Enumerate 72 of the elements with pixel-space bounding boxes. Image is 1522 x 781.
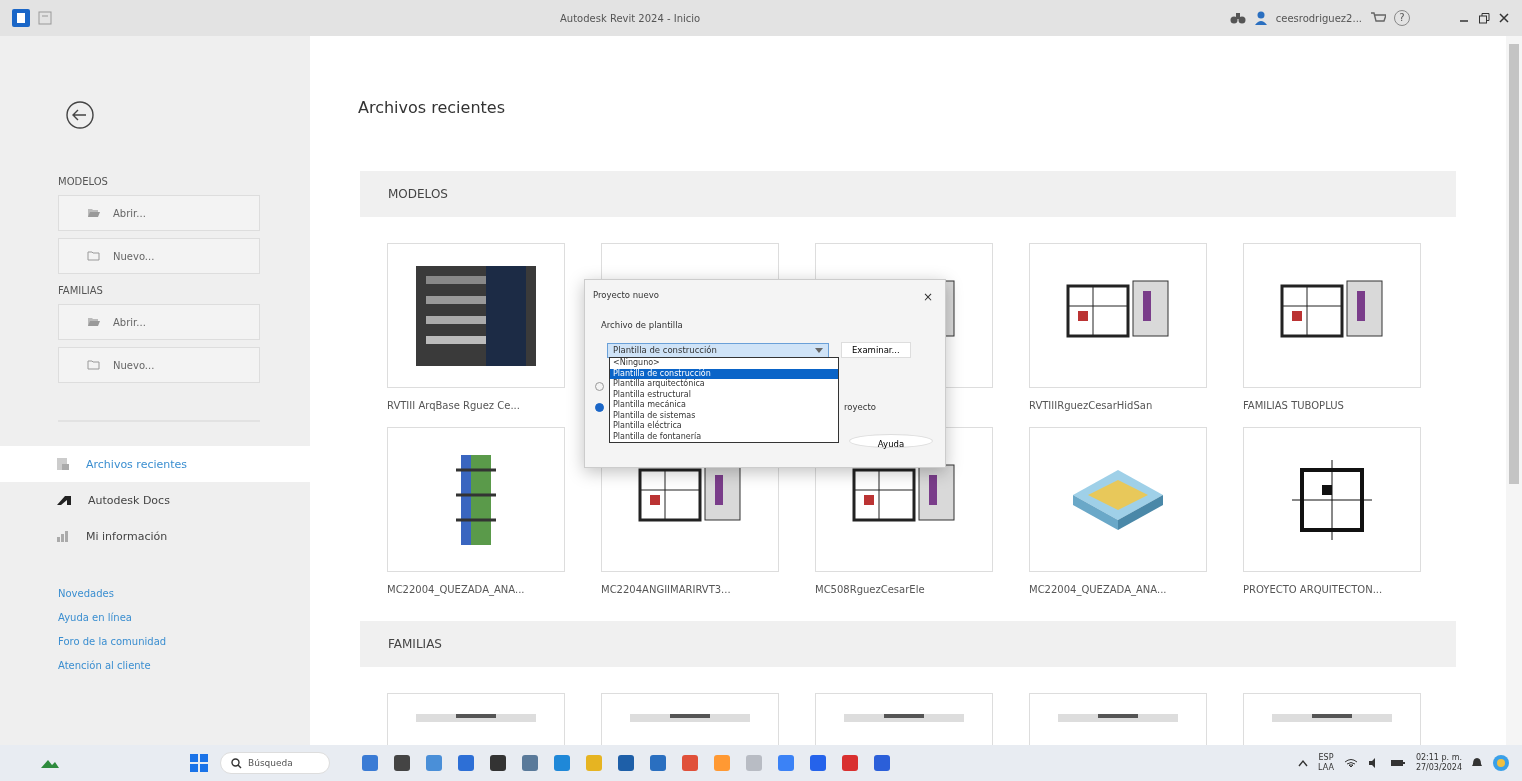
cart-icon[interactable] (1370, 11, 1386, 25)
new-button[interactable]: Nuevo... (58, 347, 260, 383)
radio-label: royecto (844, 402, 876, 412)
caret-icon (815, 347, 823, 353)
section-header: FAMILIAS (360, 621, 1456, 667)
wifi-icon[interactable] (1343, 758, 1358, 768)
restore-icon[interactable] (1478, 12, 1490, 24)
close-icon[interactable] (1498, 12, 1510, 24)
file-name[interactable]: MC22004_QUEZADA_ANA... (1029, 584, 1207, 595)
battery-icon[interactable] (1389, 758, 1406, 768)
nav-item[interactable]: Autodesk Docs (0, 482, 310, 518)
browse-button[interactable]: Examinar... (841, 342, 911, 358)
close-button[interactable]: × (922, 290, 933, 304)
start-icon[interactable] (190, 754, 208, 772)
dropdown-option[interactable]: Plantilla estructural (610, 389, 838, 400)
open-folder-icon (87, 208, 101, 218)
copilot-icon[interactable] (1492, 754, 1510, 772)
file-name[interactable]: RVTIII ArqBase Rguez Ce... (387, 400, 565, 411)
page-heading: Archivos recientes (358, 98, 506, 117)
dialog-title: Proyecto nuevo (593, 290, 659, 302)
nav-item[interactable]: Archivos recientes (0, 446, 310, 482)
language-indicator[interactable]: ESP LAA (1318, 753, 1334, 773)
section-label: FAMILIAS (58, 285, 104, 296)
taskbar-app-icon[interactable] (616, 753, 636, 773)
window-title: Autodesk Revit 2024 - Inicio (560, 12, 701, 24)
section-label: MODELOS (58, 176, 109, 187)
file-card[interactable] (1243, 243, 1421, 388)
help-button[interactable]: Ayuda (849, 434, 933, 448)
file-name[interactable]: FAMILIAS TUBOPLUS (1243, 400, 1421, 411)
taskbar-app-icon[interactable] (872, 753, 892, 773)
file-name[interactable]: MC2204ANGIIMARIRVT3... (601, 584, 779, 595)
file-card[interactable] (1029, 243, 1207, 388)
field-label: Archivo de plantilla (601, 320, 684, 330)
file-name[interactable]: RVTIIIRguezCesarHidSan (1029, 400, 1207, 411)
template-dropdown[interactable]: Plantilla de construcción (607, 342, 829, 358)
new-button[interactable]: Nuevo... (58, 238, 260, 274)
taskbar-app-icon[interactable] (488, 753, 508, 773)
file-card[interactable] (387, 243, 565, 388)
dropdown-option[interactable]: Plantilla de construcción (610, 368, 838, 379)
chevron-up-icon[interactable] (1298, 759, 1309, 767)
dropdown-option[interactable]: Plantilla eléctrica (610, 421, 838, 432)
document-icon (56, 457, 70, 471)
dropdown-option[interactable]: Plantilla de sistemas (610, 410, 838, 421)
scrollbar[interactable] (1506, 36, 1522, 745)
search-icon (231, 757, 242, 769)
open-button[interactable]: Abrir... (58, 195, 260, 231)
folder-icon (87, 360, 101, 370)
search-field[interactable]: Búsqueda (220, 752, 330, 774)
bar-chart-icon (56, 529, 70, 543)
dropdown-option[interactable]: Plantilla de fontanería (610, 431, 838, 442)
docs-logo-icon (56, 494, 72, 506)
radio-button[interactable] (595, 382, 604, 391)
file-name[interactable]: MC508RguezCesarEle (815, 584, 993, 595)
section-header: MODELOS (360, 171, 1456, 217)
clock[interactable]: 02:11 p. m. 27/03/2024 (1415, 753, 1462, 773)
nav-item[interactable]: Mi información (0, 518, 310, 554)
folder-icon (87, 251, 101, 261)
binoculars-icon[interactable] (1229, 11, 1246, 25)
file-card[interactable] (1243, 427, 1421, 572)
file-name[interactable]: PROYECTO ARQUITECTON... (1243, 584, 1421, 595)
dropdown-option[interactable]: Plantilla arquitectónica (610, 379, 838, 390)
dropdown-option[interactable]: <Ninguno> (610, 358, 838, 369)
app-logo-icon[interactable] (12, 9, 30, 27)
file-name[interactable]: MC22004_QUEZADA_ANA... (387, 584, 565, 595)
open-button[interactable]: Abrir... (58, 304, 260, 340)
user-icon[interactable] (1253, 11, 1268, 25)
radio-button[interactable] (595, 402, 604, 412)
open-folder-icon (87, 317, 101, 327)
user-name[interactable]: ceesrodriguez2... (1275, 12, 1362, 24)
dropdown-option[interactable]: Plantilla mecánica (610, 400, 838, 411)
bell-icon[interactable] (1472, 757, 1482, 769)
taskbar-app-icon[interactable] (392, 753, 412, 773)
